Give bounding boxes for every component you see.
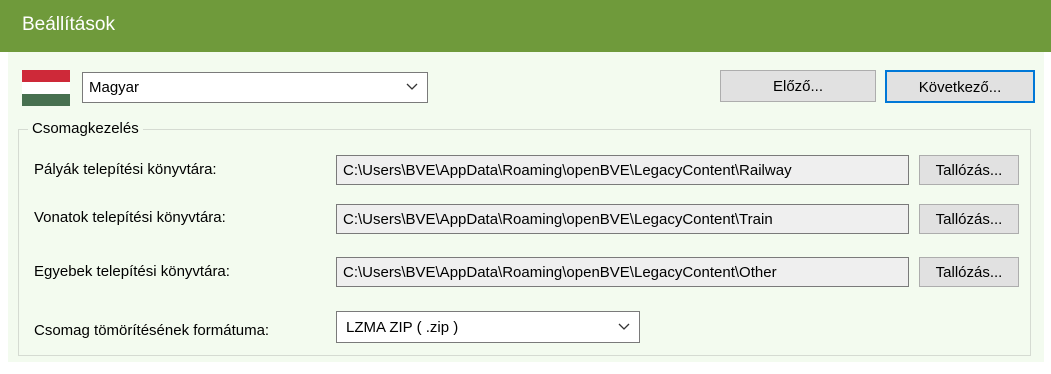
routes-dir-label: Pályák telepítési könyvtára: <box>34 161 217 178</box>
chevron-down-icon <box>406 83 418 90</box>
routes-browse-button[interactable]: Tallózás... <box>919 155 1019 185</box>
previous-button-label: Előző... <box>772 78 824 95</box>
trains-dir-value: C:\Users\BVE\AppData\Roaming\openBVE\Leg… <box>343 211 773 228</box>
routes-dir-value: C:\Users\BVE\AppData\Roaming\openBVE\Leg… <box>343 162 792 179</box>
browse-label: Tallózás... <box>935 162 1003 179</box>
compression-format-select[interactable]: LZMA ZIP ( .zip ) <box>336 311 640 343</box>
language-select-value: Magyar <box>89 79 140 96</box>
package-group-title: Csomagkezelés <box>28 120 143 137</box>
compression-format-label: Csomag tömörítésének formátuma: <box>34 322 270 339</box>
other-dir-field[interactable]: C:\Users\BVE\AppData\Roaming\openBVE\Leg… <box>336 257 909 287</box>
trains-dir-field[interactable]: C:\Users\BVE\AppData\Roaming\openBVE\Leg… <box>336 204 909 234</box>
browse-label: Tallózás... <box>935 211 1003 228</box>
chevron-down-icon <box>618 323 630 330</box>
hungary-flag-icon <box>22 70 70 106</box>
routes-dir-field[interactable]: C:\Users\BVE\AppData\Roaming\openBVE\Leg… <box>336 155 909 185</box>
title-bar: Beállítások <box>0 0 1051 52</box>
trains-dir-label: Vonatok telepítési könyvtára: <box>34 209 226 226</box>
page-title: Beállítások <box>22 14 115 35</box>
compression-format-value: LZMA ZIP ( .zip ) <box>346 319 459 336</box>
next-button[interactable]: Következő... <box>885 70 1035 103</box>
trains-browse-button[interactable]: Tallózás... <box>919 204 1019 234</box>
language-select[interactable]: Magyar <box>82 72 428 103</box>
previous-button[interactable]: Előző... <box>720 70 876 102</box>
browse-label: Tallózás... <box>935 264 1003 281</box>
other-dir-value: C:\Users\BVE\AppData\Roaming\openBVE\Leg… <box>343 264 777 281</box>
other-dir-label: Egyebek telepítési könyvtára: <box>34 263 230 280</box>
other-browse-button[interactable]: Tallózás... <box>919 257 1019 287</box>
next-button-label: Következő... <box>918 79 1002 96</box>
